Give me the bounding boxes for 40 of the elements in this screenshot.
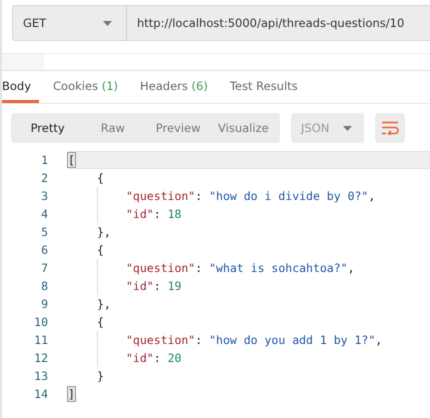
line-number: 2 xyxy=(40,171,49,185)
line-number: 6 xyxy=(40,243,49,257)
wrap-lines-button[interactable] xyxy=(375,113,405,143)
caret-icon xyxy=(343,126,352,130)
line-number: 1 xyxy=(40,153,49,167)
line-number: 3 xyxy=(40,189,49,203)
response-tab[interactable]: Cookies (1) xyxy=(45,71,126,103)
view-mode-tab[interactable]: Pretty xyxy=(15,113,80,143)
line-number: 13 xyxy=(33,369,49,383)
response-tab[interactable]: Test Results xyxy=(222,71,306,103)
caret-icon xyxy=(103,20,112,26)
view-mode-tab[interactable]: Visualize xyxy=(210,113,276,143)
url-field[interactable]: http://localhost:5000/api/threads-questions/10 xyxy=(126,5,430,41)
view-mode-tab[interactable]: Raw xyxy=(80,113,146,143)
wrap-lines-icon xyxy=(381,121,399,135)
response-tab[interactable]: Headers (6) xyxy=(132,71,216,103)
line-number: 14 xyxy=(33,387,49,401)
line-number: 11 xyxy=(33,333,49,347)
code-line: "id": 18 xyxy=(68,205,430,223)
line-number: 9 xyxy=(40,297,49,311)
line-number: 7 xyxy=(40,261,49,275)
code-line: } xyxy=(96,368,105,385)
code-line: }, xyxy=(96,224,112,241)
line-number: 4 xyxy=(40,207,49,221)
code-line: { xyxy=(96,314,105,331)
code-line: "id": 20 xyxy=(68,349,430,367)
line-number: 12 xyxy=(33,351,49,365)
response-tab[interactable]: Body xyxy=(2,71,40,103)
view-mode-tab[interactable]: Preview xyxy=(146,113,211,143)
code-line: "question": "how do i divide by 0?", xyxy=(68,187,430,205)
code-line: { xyxy=(96,170,105,187)
code-line: "id": 19 xyxy=(68,277,430,295)
code-line: { xyxy=(96,242,105,259)
code-line: "question": "how do you add 1 by 1?", xyxy=(68,331,430,349)
line-number: 10 xyxy=(33,315,49,329)
line-number: 5 xyxy=(40,225,49,239)
code-line: }, xyxy=(96,296,112,313)
line-number: 8 xyxy=(40,279,49,293)
code-line: "question": "what is sohcahtoa?", xyxy=(68,259,430,277)
method-dropdown[interactable]: GET xyxy=(12,5,126,41)
